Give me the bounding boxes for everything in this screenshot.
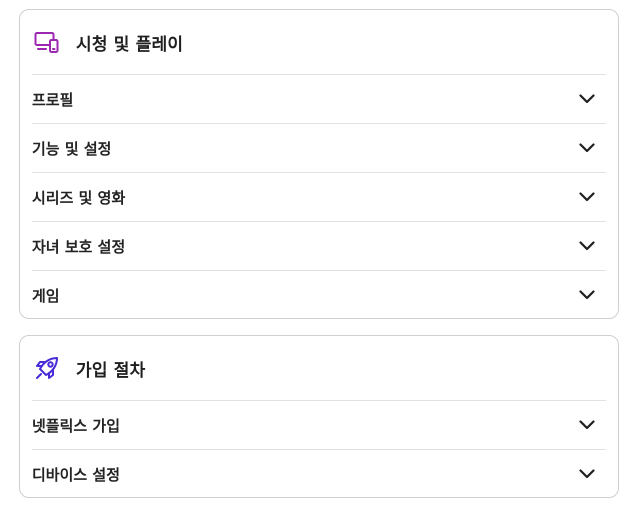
section-header: 시청 및 플레이 — [32, 10, 606, 75]
accordion-item-parental-controls[interactable]: 자녀 보호 설정 — [32, 222, 606, 271]
rocket-icon — [34, 355, 60, 381]
section-title: 가입 절차 — [76, 360, 146, 381]
accordion-item-label: 넷플릭스 가입 — [32, 416, 121, 435]
devices-icon — [34, 29, 60, 55]
section-header: 가입 절차 — [32, 336, 606, 401]
accordion-item-label: 프로필 — [32, 90, 74, 109]
accordion-item-label: 기능 및 설정 — [32, 139, 112, 158]
chevron-down-icon[interactable] — [578, 237, 596, 255]
chevron-down-icon[interactable] — [578, 139, 596, 157]
accordion-item-games[interactable]: 게임 — [32, 271, 606, 319]
accordion-item-label: 자녀 보호 설정 — [32, 237, 126, 256]
chevron-down-icon[interactable] — [578, 465, 596, 483]
chevron-down-icon[interactable] — [578, 188, 596, 206]
accordion-item-label: 시리즈 및 영화 — [32, 188, 126, 207]
accordion-item-features-settings[interactable]: 기능 및 설정 — [32, 124, 606, 173]
accordion-item-series-movies[interactable]: 시리즈 및 영화 — [32, 173, 606, 222]
section-title: 시청 및 플레이 — [76, 34, 184, 55]
accordion-item-netflix-signup[interactable]: 넷플릭스 가입 — [32, 401, 606, 450]
chevron-down-icon[interactable] — [578, 90, 596, 108]
accordion-item-label: 게임 — [32, 286, 60, 305]
chevron-down-icon[interactable] — [578, 286, 596, 304]
chevron-down-icon[interactable] — [578, 416, 596, 434]
accordion-item-label: 디바이스 설정 — [32, 465, 121, 484]
section-card-signup: 가입 절차 넷플릭스 가입 디바이스 설정 — [19, 335, 619, 498]
accordion-item-profile[interactable]: 프로필 — [32, 75, 606, 124]
accordion-item-device-setup[interactable]: 디바이스 설정 — [32, 450, 606, 498]
section-card-viewing-playback: 시청 및 플레이 프로필 기능 및 설정 시리즈 및 영화 자녀 보호 설정 게… — [19, 9, 619, 319]
